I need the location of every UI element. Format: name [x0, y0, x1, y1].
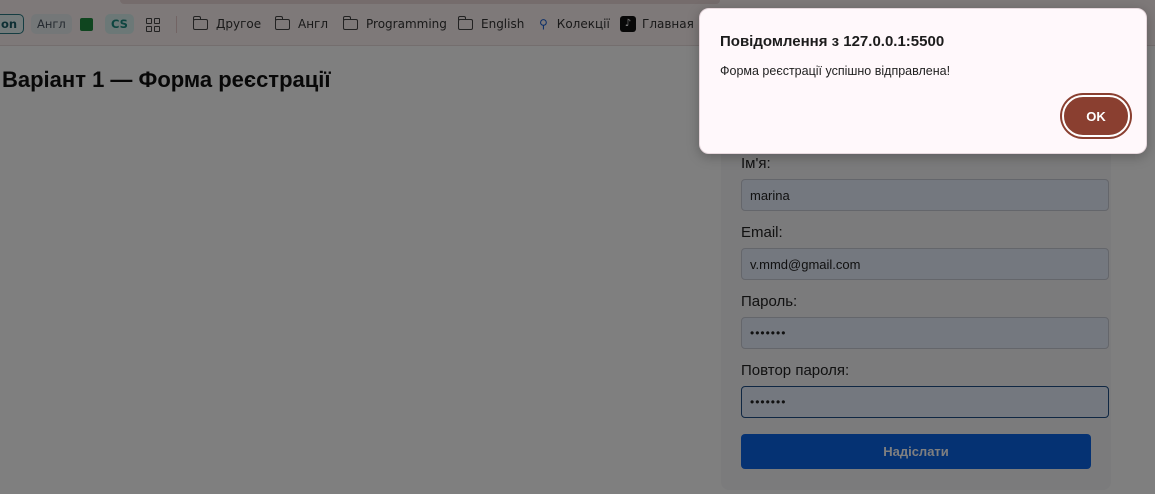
alert-dialog: Повідомлення з 127.0.0.1:5500 Форма реєс… — [699, 8, 1147, 154]
dialog-message: Форма реєстрації успішно відправлена! — [720, 64, 951, 78]
ok-button[interactable]: OK — [1062, 95, 1130, 137]
dialog-title: Повідомлення з 127.0.0.1:5500 — [720, 33, 945, 50]
